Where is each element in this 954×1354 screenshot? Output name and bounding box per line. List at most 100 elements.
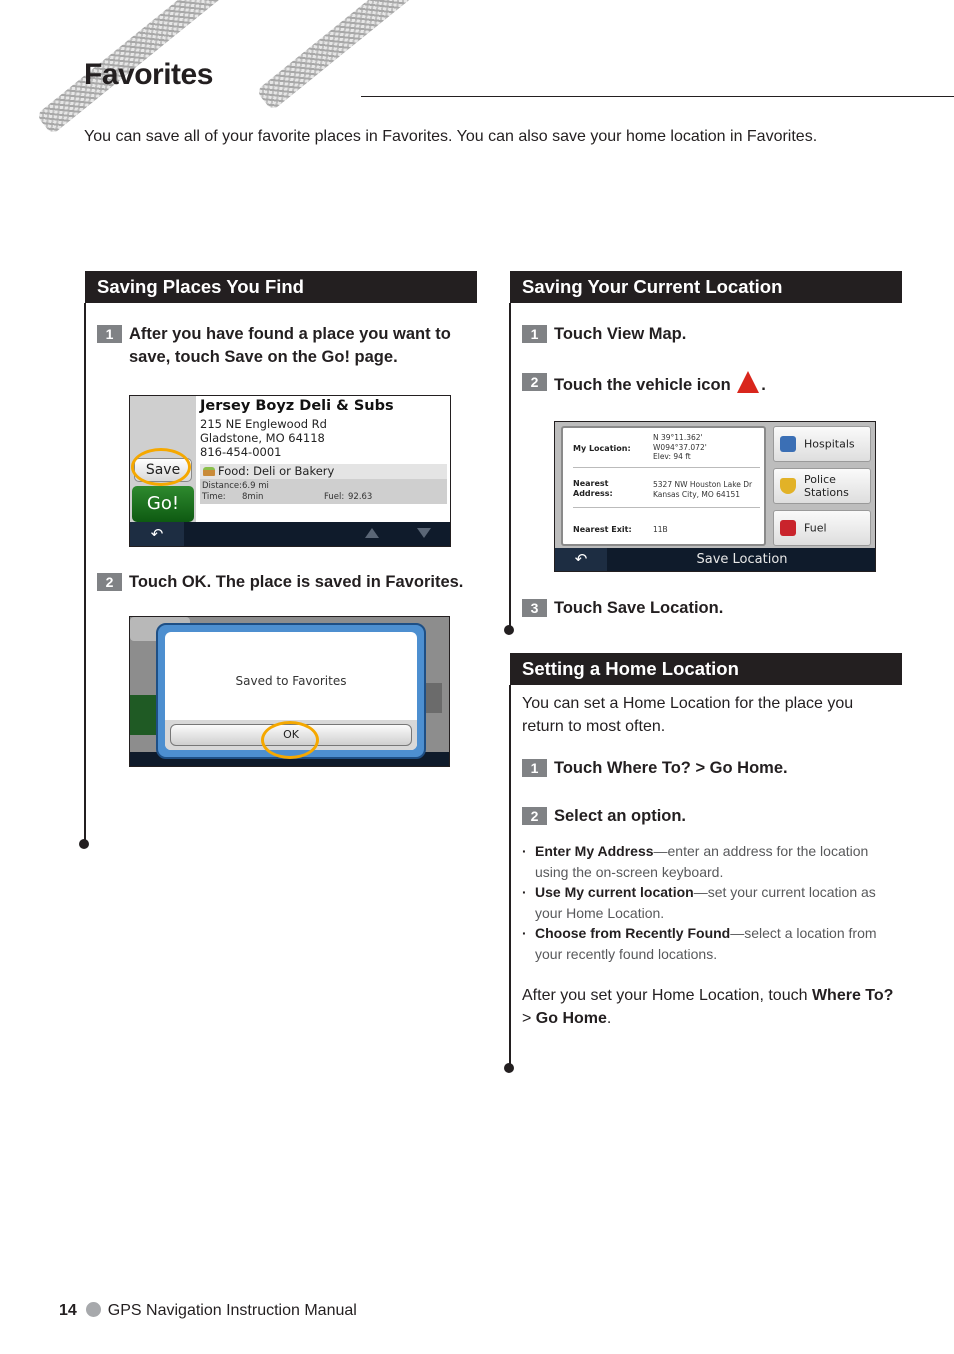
step-number: 1 [522,759,547,777]
highlight-circle [131,448,191,486]
address-line-1: 215 NE Englewood Rd [200,417,327,431]
hospital-icon [780,436,796,452]
go-page-screenshot: Save Go! Jersey Boyz Deli & Subs 215 NE … [129,395,451,547]
step-text: Touch the vehicle icon . [554,371,892,397]
step-2: 2 Touch OK. The place is saved in Favori… [97,571,477,594]
label-line-2: Address: [573,489,613,498]
police-stations-button[interactable]: Police Stations [773,468,871,504]
back-arrow-icon[interactable]: ↶ [130,522,184,546]
elevation: Elev: 94 ft [653,452,691,461]
nearest-address-row: Nearest Address: 5327 NW Houston Lake Dr… [573,469,760,508]
step-number: 2 [522,807,547,825]
vehicle-icon [737,371,760,393]
fuel-pump-icon [780,520,796,536]
saved-dialog-screenshot: Saved to Favorites OK [129,616,450,767]
footer-bullet-icon [85,1302,101,1317]
hospitals-button[interactable]: Hospitals [773,426,871,462]
step-1: 1 Touch Where To? > Go Home. [522,757,892,780]
section-end-dot [79,839,89,849]
address-line-1: 5327 NW Houston Lake Dr [653,480,753,489]
page-title: Favorites [84,58,213,91]
address-line-2: Kansas City, MO 64151 [653,489,741,499]
distance-label: Distance: [202,481,243,491]
dialog-message: Saved to Favorites [235,674,347,688]
outro-bold-go-home: Go Home [535,1010,607,1027]
step-1: 1 After you have found a place you want … [97,323,467,369]
save-location-button[interactable]: Save Location [609,548,875,571]
option-recently-found: Choose from Recently Found—select a loca… [522,923,897,964]
outro-period: . [606,1010,612,1027]
address-line-2: Gladstone, MO 64118 [200,431,325,445]
section-heading-saving-places: Saving Places You Find [85,271,477,303]
coordinates: N 39°11.362' W094°37.072' Elev: 94 ft [653,433,707,462]
button-label: Police Stations [804,473,849,499]
outro-text: After you set your Home Location, touch [522,987,812,1004]
button-label: Fuel [804,521,827,535]
nearest-address-label: Nearest Address: [573,479,613,499]
page-intro: You can save all of your favorite places… [84,128,818,145]
bottom-bar: ↶ Save Location [555,548,875,571]
step-number: 1 [97,325,122,343]
step-2: 2 Touch the vehicle icon . [522,371,892,397]
step-3: 3 Touch Save Location. [522,597,892,620]
option-title: Use My current location [535,884,694,900]
section-rule [84,303,86,844]
my-location-row: My Location: N 39°11.362' W094°37.072' E… [573,430,760,468]
distance-value: 6.9 mi [242,481,269,491]
section-heading-current-location: Saving Your Current Location [510,271,902,303]
page-footer: 14 GPS Navigation Instruction Manual [59,1302,357,1320]
longitude: W094°37.072' [653,442,707,452]
section-end-dot [504,1063,514,1073]
manual-title: GPS Navigation Instruction Manual [107,1302,357,1319]
outro-separator: > [522,1010,536,1027]
time-label: Time: [202,492,226,502]
nearest-exit-value: 11B [653,525,668,534]
scroll-down-arrow-icon[interactable] [417,528,431,538]
step-1: 1 Touch View Map. [522,323,892,346]
step-text: Touch Where To? > Go Home. [554,759,788,777]
home-location-outro: After you set your Home Location, touch … [522,984,897,1030]
step-text: After you have found a place you want to… [129,325,451,366]
section-end-dot [504,625,514,635]
fuel-value: 92.63 [348,492,373,502]
button-label: Hospitals [804,437,855,451]
step-text: Select an option. [554,807,687,825]
nearest-address: 5327 NW Houston Lake Dr Kansas City, MO … [653,480,752,499]
step-number: 3 [522,599,547,617]
place-name: Jersey Boyz Deli & Subs [200,398,394,414]
location-info-panel: My Location: N 39°11.362' W094°37.072' E… [561,426,766,546]
home-location-intro: You can set a Home Location for the plac… [522,695,854,735]
scroll-up-arrow-icon[interactable] [365,528,379,538]
label-line-1: Nearest [573,479,609,488]
fuel-label: Fuel: [324,492,345,502]
outro-bold-where-to: Where To? [811,987,894,1004]
phone-number: 816-454-0001 [200,445,282,459]
my-location-label: My Location: [573,444,631,453]
step-number: 2 [522,373,547,391]
latitude: N 39°11.362' [653,433,703,442]
go-button[interactable]: Go! [132,486,194,522]
step-number: 2 [97,573,122,591]
home-location-options: Enter My Address—enter an address for th… [522,841,897,964]
fuel-button[interactable]: Fuel [773,510,871,546]
step-text-before: Touch the vehicle icon [554,376,731,394]
step-number: 1 [522,325,547,343]
option-use-current-location: Use My current location—set your current… [522,882,897,923]
option-title: Enter My Address [535,843,654,859]
place-address: 215 NE Englewood Rd Gladstone, MO 64118 … [200,417,327,459]
bottom-bar: ↶ [130,522,450,546]
back-arrow-icon[interactable]: ↶ [555,548,607,571]
option-enter-my-address: Enter My Address—enter an address for th… [522,841,897,882]
highlight-circle [261,721,319,759]
option-title: Choose from Recently Found [535,925,731,941]
title-divider [361,96,954,97]
step-text: Touch View Map. [554,325,687,343]
nearest-exit-row: Nearest Exit: 11B [573,509,760,543]
sandwich-icon [203,467,215,476]
category-row: Food: Deli or Bakery [200,464,447,479]
page-number: 14 [59,1302,77,1319]
step-2: 2 Select an option. [522,805,892,828]
where-am-i-screenshot: My Location: N 39°11.362' W094°37.072' E… [554,421,876,572]
section-rule [509,685,511,1068]
section-heading-home-location: Setting a Home Location [510,653,902,685]
